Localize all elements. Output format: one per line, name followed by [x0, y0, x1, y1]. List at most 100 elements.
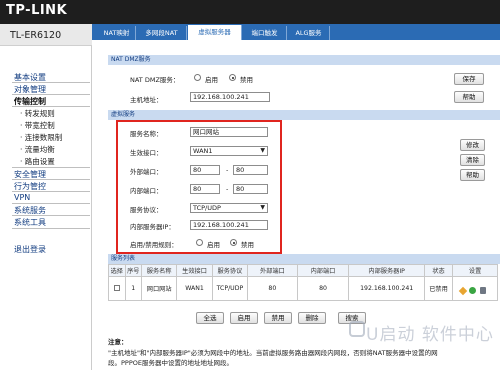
sidebar-item-bandwidth[interactable]: · 带宽控制	[20, 120, 55, 131]
sidebar-divider	[12, 179, 90, 180]
tab-port-trigger[interactable]: 端口触发	[243, 26, 287, 40]
note-line-1: "主机地址"和"内部服务器IP"必须为网段中的地址。当前虚拟服务路由器网段内网段…	[108, 349, 438, 357]
dmz-disable-radio[interactable]	[229, 74, 236, 81]
row-checkbox-cell	[108, 276, 126, 301]
sidebar-divider	[12, 167, 90, 168]
col-server-ip: 内部服务器IP	[348, 264, 425, 277]
sidebar-divider	[12, 191, 90, 192]
tab-multi-nat[interactable]: 多网段NAT	[137, 26, 187, 40]
external-port-from-input[interactable]: 80	[190, 165, 220, 175]
dmz-disable-label: 禁用	[240, 76, 253, 84]
dmz-host-label: 主机地址：	[130, 96, 163, 104]
col-settings: 设置	[452, 264, 498, 277]
protocol-label: 服务协议：	[130, 206, 163, 214]
sidebar-item-balance[interactable]: · 流量均衡	[20, 144, 55, 155]
internal-port-to-input[interactable]: 80	[233, 184, 268, 194]
save-button[interactable]: 保存	[454, 73, 484, 85]
service-name-label: 服务名称：	[130, 130, 163, 138]
rule-status-label: 启用/禁用规则：	[130, 241, 178, 249]
col-select: 选择	[108, 264, 126, 277]
tab-nat-mapping[interactable]: NAT映射	[98, 26, 136, 40]
tab-alg[interactable]: ALG服务	[288, 26, 330, 40]
sidebar-divider	[12, 203, 90, 204]
dmz-service-label: NAT DMZ服务：	[130, 76, 180, 84]
sidebar-item-balance-label: 流量均衡	[24, 145, 55, 154]
cell-index: 1	[124, 276, 142, 301]
sidebar-item-forward[interactable]: · 转发规则	[20, 108, 55, 119]
rule-disable-label: 禁用	[241, 241, 254, 249]
service-table: 选择 序号 服务名称 生效接口 服务协议 外部端口 内部端口 内部服务器IP 状…	[108, 264, 498, 301]
chevron-down-icon: ▼	[260, 204, 265, 211]
sidebar-divider	[12, 94, 90, 95]
modify-button[interactable]: 修改	[460, 139, 485, 151]
top-header	[0, 0, 500, 24]
note-line-2: 段。PPPOE服务器中设置的地址地址网段。	[108, 359, 233, 367]
sidebar-divider	[12, 215, 90, 216]
interface-select-value: WAN1	[193, 147, 213, 155]
external-port-to-input[interactable]: 80	[233, 165, 268, 175]
enable-button[interactable]: 启用	[230, 312, 258, 324]
sidebar-item-vpn[interactable]: VPN	[14, 193, 30, 202]
delete-icon[interactable]	[480, 287, 486, 294]
cell-int-port: 80	[296, 276, 350, 301]
sidebar-divider	[12, 106, 90, 107]
server-ip-label: 内部服务器IP：	[130, 223, 175, 231]
dmz-enable-radio[interactable]	[194, 74, 201, 81]
help-button[interactable]: 帮助	[460, 169, 485, 181]
delete-button[interactable]: 删除	[298, 312, 326, 324]
range-dash: -	[226, 185, 229, 193]
sidebar-item-connection-label: 连接数限制	[24, 133, 63, 142]
rule-enable-radio[interactable]	[196, 239, 203, 246]
sidebar-divider	[12, 82, 90, 83]
service-list-header: 服务列表	[108, 254, 500, 264]
cell-server-ip: 192.168.100.241	[348, 276, 425, 301]
sidebar-item-route[interactable]: · 路由设置	[20, 156, 55, 167]
cell-name: 网口网站	[140, 276, 178, 301]
chevron-down-icon: ▼	[260, 147, 265, 154]
cell-status: 已禁用	[423, 276, 454, 301]
sidebar-item-forward-label: 转发规则	[24, 109, 55, 118]
virtual-service-header: 虚拟服务	[108, 110, 500, 120]
sidebar-item-connection[interactable]: · 连接数限制	[20, 132, 62, 143]
col-status: 状态	[423, 264, 454, 277]
clear-button[interactable]: 清除	[460, 154, 485, 166]
col-protocol: 服务协议	[211, 264, 249, 277]
sidebar-divider	[12, 228, 90, 229]
row-checkbox[interactable]	[113, 284, 120, 291]
rule-disable-radio[interactable]	[230, 239, 237, 246]
tp-link-logo: TP-LINK	[6, 3, 68, 18]
watermark: U启动 软件中心	[366, 325, 494, 345]
protocol-select-value: TCP/UDP	[193, 204, 221, 212]
internal-port-label: 内部端口：	[130, 187, 163, 195]
interface-select[interactable]: WAN1 ▼	[190, 146, 268, 156]
col-int-port: 内部端口	[296, 264, 350, 277]
range-dash: -	[226, 166, 229, 174]
service-name-input[interactable]: 网口网站	[190, 127, 268, 137]
col-name: 服务名称	[140, 264, 178, 277]
col-index: 序号	[124, 264, 142, 277]
dmz-host-input[interactable]: 192.168.100.241	[190, 92, 270, 102]
sidebar-item-route-label: 路由设置	[24, 157, 55, 166]
dmz-section-header: NAT DMZ服务	[108, 55, 500, 65]
enable-check-icon[interactable]	[469, 287, 476, 294]
table-header-row: 选择 序号 服务名称 生效接口 服务协议 外部端口 内部端口 内部服务器IP 状…	[108, 264, 498, 277]
watermark-badge	[349, 321, 365, 337]
disable-button[interactable]: 禁用	[264, 312, 292, 324]
external-port-label: 外部端口：	[130, 168, 163, 176]
sidebar-item-system-tools[interactable]: 系统工具	[14, 217, 46, 228]
col-interface: 生效接口	[176, 264, 213, 277]
protocol-select[interactable]: TCP/UDP ▼	[190, 203, 268, 213]
col-ext-port: 外部端口	[247, 264, 298, 277]
dmz-help-button[interactable]: 帮助	[454, 91, 484, 103]
logout-link[interactable]: 退出登录	[14, 244, 46, 255]
tab-virtual-server[interactable]: 虚拟服务器	[188, 25, 242, 40]
interface-label: 生效接口：	[130, 149, 163, 157]
cell-protocol: TCP/UDP	[211, 276, 249, 301]
sidebar-item-bandwidth-label: 带宽控制	[24, 121, 55, 130]
internal-port-from-input[interactable]: 80	[190, 184, 220, 194]
server-ip-input[interactable]: 192.168.100.241	[190, 220, 268, 230]
select-all-button[interactable]: 全选	[196, 312, 224, 324]
note-title: 注意：	[108, 338, 128, 346]
cell-interface: WAN1	[176, 276, 213, 301]
table-row: 1 网口网站 WAN1 TCP/UDP 80 80 192.168.100.24…	[108, 276, 498, 301]
